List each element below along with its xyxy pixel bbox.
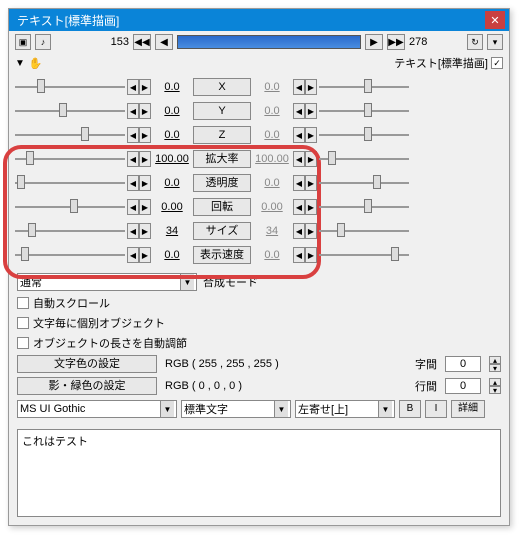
param-row-rotation: ◀▶ 0.00 回転 0.00 ◀▶	[15, 195, 503, 219]
expand-toggle[interactable]: ▼	[15, 58, 25, 69]
spacing-input[interactable]	[445, 356, 481, 372]
down-icon[interactable]: ▾	[487, 34, 503, 50]
param-button-size[interactable]: サイズ	[193, 222, 251, 240]
italic-button[interactable]: I	[425, 400, 447, 418]
params-panel: ◀▶ 0.0 X 0.0 ◀▶ ◀▶ 0.0 Y 0.0 ◀▶ ◀▶ 0.0 Z…	[9, 73, 509, 269]
param-row-speed: ◀▶ 0.0 表示速度 0.0 ◀▶	[15, 243, 503, 267]
blend-mode-select[interactable]: 通常▼	[17, 273, 197, 291]
check-autolen[interactable]	[17, 337, 29, 349]
text-input[interactable]: これはテスト	[17, 429, 501, 517]
timeline-slider[interactable]	[177, 35, 361, 49]
slider-x-left[interactable]	[15, 79, 125, 95]
spin-right-r[interactable]: ▶	[305, 79, 317, 95]
text-color-rgb: RGB ( 255 , 255 , 255 )	[165, 358, 279, 370]
spin-left[interactable]: ◀	[127, 79, 139, 95]
param-button-rotation[interactable]: 回転	[193, 198, 251, 216]
titlebar: テキスト[標準描画] ✕	[9, 9, 509, 31]
bold-button[interactable]: B	[399, 400, 421, 418]
param-row-y: ◀▶ 0.0 Y 0.0 ◀▶	[15, 99, 503, 123]
cursor-icon: ✋	[29, 57, 43, 70]
shadow-color-rgb: RGB ( 0 , 0 , 0 )	[165, 380, 242, 392]
value-y-left[interactable]: 0.0	[153, 105, 191, 117]
forward-button[interactable]: ▶▶	[387, 34, 405, 50]
param-button-speed[interactable]: 表示速度	[193, 246, 251, 264]
sub-label: テキスト[標準描画]	[394, 55, 488, 71]
style-select[interactable]: 標準文字▼	[181, 400, 291, 418]
param-row-z: ◀▶ 0.0 Z 0.0 ◀▶	[15, 123, 503, 147]
align-select[interactable]: 左寄せ[上]▼	[295, 400, 395, 418]
spin-right[interactable]: ▶	[139, 79, 151, 95]
line-input[interactable]	[445, 378, 481, 394]
param-button-x[interactable]: X	[193, 78, 251, 96]
param-button-y[interactable]: Y	[193, 102, 251, 120]
next-button[interactable]: ▶	[365, 34, 383, 50]
audio-icon[interactable]: ♪	[35, 34, 51, 50]
blend-label: 合成モード	[203, 274, 258, 290]
refresh-icon[interactable]: ↻	[467, 34, 483, 50]
rewind-button[interactable]: ◀◀	[133, 34, 151, 50]
detail-button[interactable]: 詳細	[451, 400, 485, 418]
value-x-right: 0.0	[253, 81, 291, 93]
camera-icon[interactable]: ▣	[15, 34, 31, 50]
param-row-size: ◀▶ 34 サイズ 34 ◀▶	[15, 219, 503, 243]
param-row-opacity: ◀▶ 0.0 透明度 0.0 ◀▶	[15, 171, 503, 195]
param-row-scale: ◀▶ 100.00 拡大率 100.00 ◀▶	[15, 147, 503, 171]
frame-start: 153	[99, 36, 129, 48]
timeline-bar: ▣ ♪ 153 ◀◀ ◀ ▶ ▶▶ 278 ↻ ▾	[9, 31, 509, 53]
chevron-down-icon: ▼	[180, 274, 194, 290]
slider-y-left[interactable]	[15, 103, 125, 119]
font-select[interactable]: MS UI Gothic▼	[17, 400, 177, 418]
check-autoscroll[interactable]	[17, 297, 29, 309]
shadow-color-button[interactable]: 影・緑色の設定	[17, 377, 157, 395]
spacing-label: 字間	[415, 356, 437, 372]
enable-checkbox[interactable]: ✓	[491, 57, 503, 69]
value-x-left[interactable]: 0.0	[153, 81, 191, 93]
param-button-opacity[interactable]: 透明度	[193, 174, 251, 192]
prev-button[interactable]: ◀	[155, 34, 173, 50]
check-perchar[interactable]	[17, 317, 29, 329]
text-color-button[interactable]: 文字色の設定	[17, 355, 157, 373]
window-title: テキスト[標準描画]	[13, 12, 485, 29]
frame-end: 278	[409, 36, 439, 48]
controls-panel: 通常▼ 合成モード 自動スクロール 文字毎に個別オブジェクト オブジェクトの長さ…	[9, 269, 509, 425]
sub-bar: ▼ ✋ テキスト[標準描画] ✓	[9, 53, 509, 73]
param-button-scale[interactable]: 拡大率	[193, 150, 251, 168]
line-label: 行間	[415, 378, 437, 394]
param-button-z[interactable]: Z	[193, 126, 251, 144]
spin-left-r[interactable]: ◀	[293, 79, 305, 95]
slider-x-right[interactable]	[319, 79, 409, 95]
param-row-x: ◀▶ 0.0 X 0.0 ◀▶	[15, 75, 503, 99]
close-button[interactable]: ✕	[485, 11, 505, 29]
